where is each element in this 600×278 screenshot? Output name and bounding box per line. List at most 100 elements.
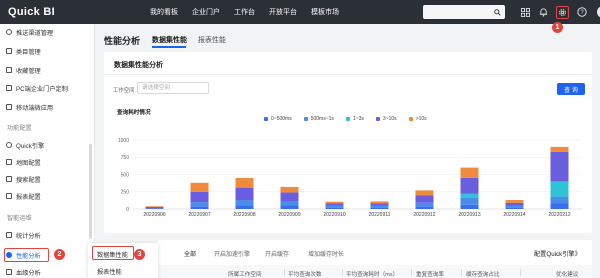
main-nav: 我的看板 企业门户 工作台 开放平台 模板市场: [150, 0, 339, 24]
sidebar-section-feature-config: 功能配置: [7, 125, 32, 132]
column-avg-query-count: 平均查询次数: [288, 272, 322, 278]
column-repeat-query-rate: 重复查询率: [416, 272, 444, 278]
sidebar-item-mobile-app[interactable]: 移动端微应用: [6, 102, 53, 112]
tab-enable-cache[interactable]: 开启缓存: [265, 249, 289, 258]
bar-segment: [370, 207, 389, 209]
sidebar-item-map-config[interactable]: 地图配置: [6, 157, 41, 167]
column-separator: [284, 269, 285, 276]
search-icon[interactable]: [494, 8, 501, 16]
sidebar-item-lineage-analysis[interactable]: 血缘分析: [6, 267, 41, 277]
sidebar-scrollbar[interactable]: [89, 144, 92, 239]
nav-workbench[interactable]: 工作台: [234, 7, 255, 17]
sidebar-item-stats-analysis[interactable]: 统计分析: [6, 230, 41, 240]
nav-enterprise-portal[interactable]: 企业门户: [192, 7, 220, 17]
sidebar-item-label: 收藏管理: [16, 67, 41, 75]
push-channel-icon: [6, 29, 12, 35]
bar-segment: [505, 205, 524, 208]
nav-my-dashboard[interactable]: 我的看板: [150, 7, 178, 17]
bar-segment: [145, 206, 164, 207]
sidebar-item-search-config[interactable]: 搜索配置: [6, 174, 41, 184]
global-search[interactable]: [423, 5, 505, 19]
page-title: 性能分析: [104, 36, 141, 46]
bar-segment: [550, 146, 569, 152]
help-icon[interactable]: ?: [577, 7, 587, 17]
sidebar-section-smart-ops: 智能运维: [7, 215, 32, 222]
bell-icon[interactable]: [538, 7, 548, 17]
sidebar-item-push-channel[interactable]: 推送渠道管理: [6, 27, 53, 37]
legend-swatch: [303, 117, 308, 121]
bar-segment: [460, 197, 479, 205]
bar-segment: [550, 151, 569, 182]
column-separator: [461, 269, 462, 276]
gear-icon[interactable]: [556, 5, 569, 19]
app-logo[interactable]: Quick BI: [8, 6, 55, 18]
search-config-icon: [6, 176, 12, 182]
category-icon: [6, 48, 12, 54]
x-tick-label: 20220906: [143, 212, 165, 218]
bar-segment: [370, 203, 389, 206]
x-tick-label: 20220909: [278, 212, 300, 218]
bar-segment: [235, 187, 254, 201]
sidebar-item-quick-engine[interactable]: Quick引擎: [6, 140, 44, 150]
tab-enable-accel-engine[interactable]: 开启加速引擎: [214, 249, 250, 258]
sidebar-item-label: 性能分析: [16, 252, 41, 260]
workspace-select[interactable]: 请选择空间: [137, 82, 209, 94]
sidebar-item-label: 统计分析: [16, 232, 41, 240]
bar-segment: [415, 195, 434, 203]
config-quick-engine-link[interactable]: 配置Quick引擎》: [534, 249, 581, 258]
top-nav-bar: Quick BI 我的看板 企业门户 工作台 开放平台 模板市场 ?: [0, 0, 600, 24]
bar-segment: [280, 186, 299, 193]
performance-submenu: 数据集性能 报表性能: [88, 243, 158, 278]
sidebar-item-performance-analysis[interactable]: 性能分析: [6, 250, 41, 260]
bar-segment: [145, 206, 164, 209]
performance-icon: [6, 252, 12, 258]
bar-segment: [235, 205, 254, 209]
x-tick-label: 20220212: [548, 212, 570, 218]
bar-segment: [235, 177, 254, 188]
sidebar-item-report-config[interactable]: 报表配置: [6, 191, 41, 201]
y-tick-label: 1000: [118, 138, 129, 144]
bar-segment: [325, 205, 344, 208]
submenu-item-report-performance[interactable]: 报表性能: [97, 267, 122, 276]
active-tab-indicator: [152, 46, 186, 48]
sidebar-item-category[interactable]: 类目管理: [6, 46, 41, 56]
query-button[interactable]: 查 询: [557, 83, 585, 95]
bar-segment: [550, 181, 569, 197]
report-config-icon: [6, 193, 12, 199]
tab-all[interactable]: 全部: [184, 249, 196, 258]
nav-template-market[interactable]: 模板市场: [311, 7, 339, 17]
mobile-icon: [6, 104, 12, 110]
nav-open-platform[interactable]: 开放平台: [269, 7, 297, 17]
workspace-label: 工作空间: [113, 88, 135, 94]
bar-segment: [325, 203, 344, 206]
chart-title: 查询耗时情况: [117, 110, 151, 116]
column-separator: [411, 269, 412, 276]
divider: [104, 74, 592, 75]
bar-segment: [145, 208, 164, 209]
sidebar-item-label: 类目管理: [16, 48, 41, 56]
sidebar-item-label: Quick引擎: [16, 142, 45, 150]
optimization-table-card: 全部 开启加速引擎 开启缓存 增加缓存时长 配置Quick引擎》 所属工作空间 …: [158, 240, 592, 278]
y-tick-label: 250: [121, 190, 130, 196]
bar-segment: [460, 167, 479, 178]
search-input[interactable]: [427, 7, 489, 17]
tab-report-performance[interactable]: 报表性能: [198, 35, 226, 45]
x-tick-label: 20220910: [323, 212, 345, 218]
sidebar-item-label: PC端企业门户定制: [16, 85, 68, 93]
column-avg-query-time: 平均查询耗时（ms）: [346, 272, 399, 278]
submenu-item-dataset-performance[interactable]: 数据集性能: [97, 250, 128, 259]
column-optimization-advice: 优化建议: [556, 272, 579, 278]
sidebar-item-favorites[interactable]: 收藏管理: [6, 65, 41, 75]
tab-extend-cache-duration[interactable]: 增加缓存时长: [308, 249, 344, 258]
tab-dataset-performance[interactable]: 数据集性能: [152, 35, 187, 45]
bar-segment: [325, 207, 344, 209]
grid-icon[interactable]: [520, 7, 530, 17]
engine-icon: [6, 142, 12, 148]
card-title: 数据集性能分析: [114, 62, 163, 69]
bar-segment: [505, 200, 524, 203]
column-separator: [342, 269, 343, 276]
annotation-marker-2: 2: [54, 249, 65, 260]
sidebar-item-pc-portal[interactable]: PC端企业门户定制: [6, 83, 68, 93]
column-workspace: 所属工作空间: [228, 272, 262, 278]
sidebar-item-label: 移动端微应用: [16, 104, 54, 112]
